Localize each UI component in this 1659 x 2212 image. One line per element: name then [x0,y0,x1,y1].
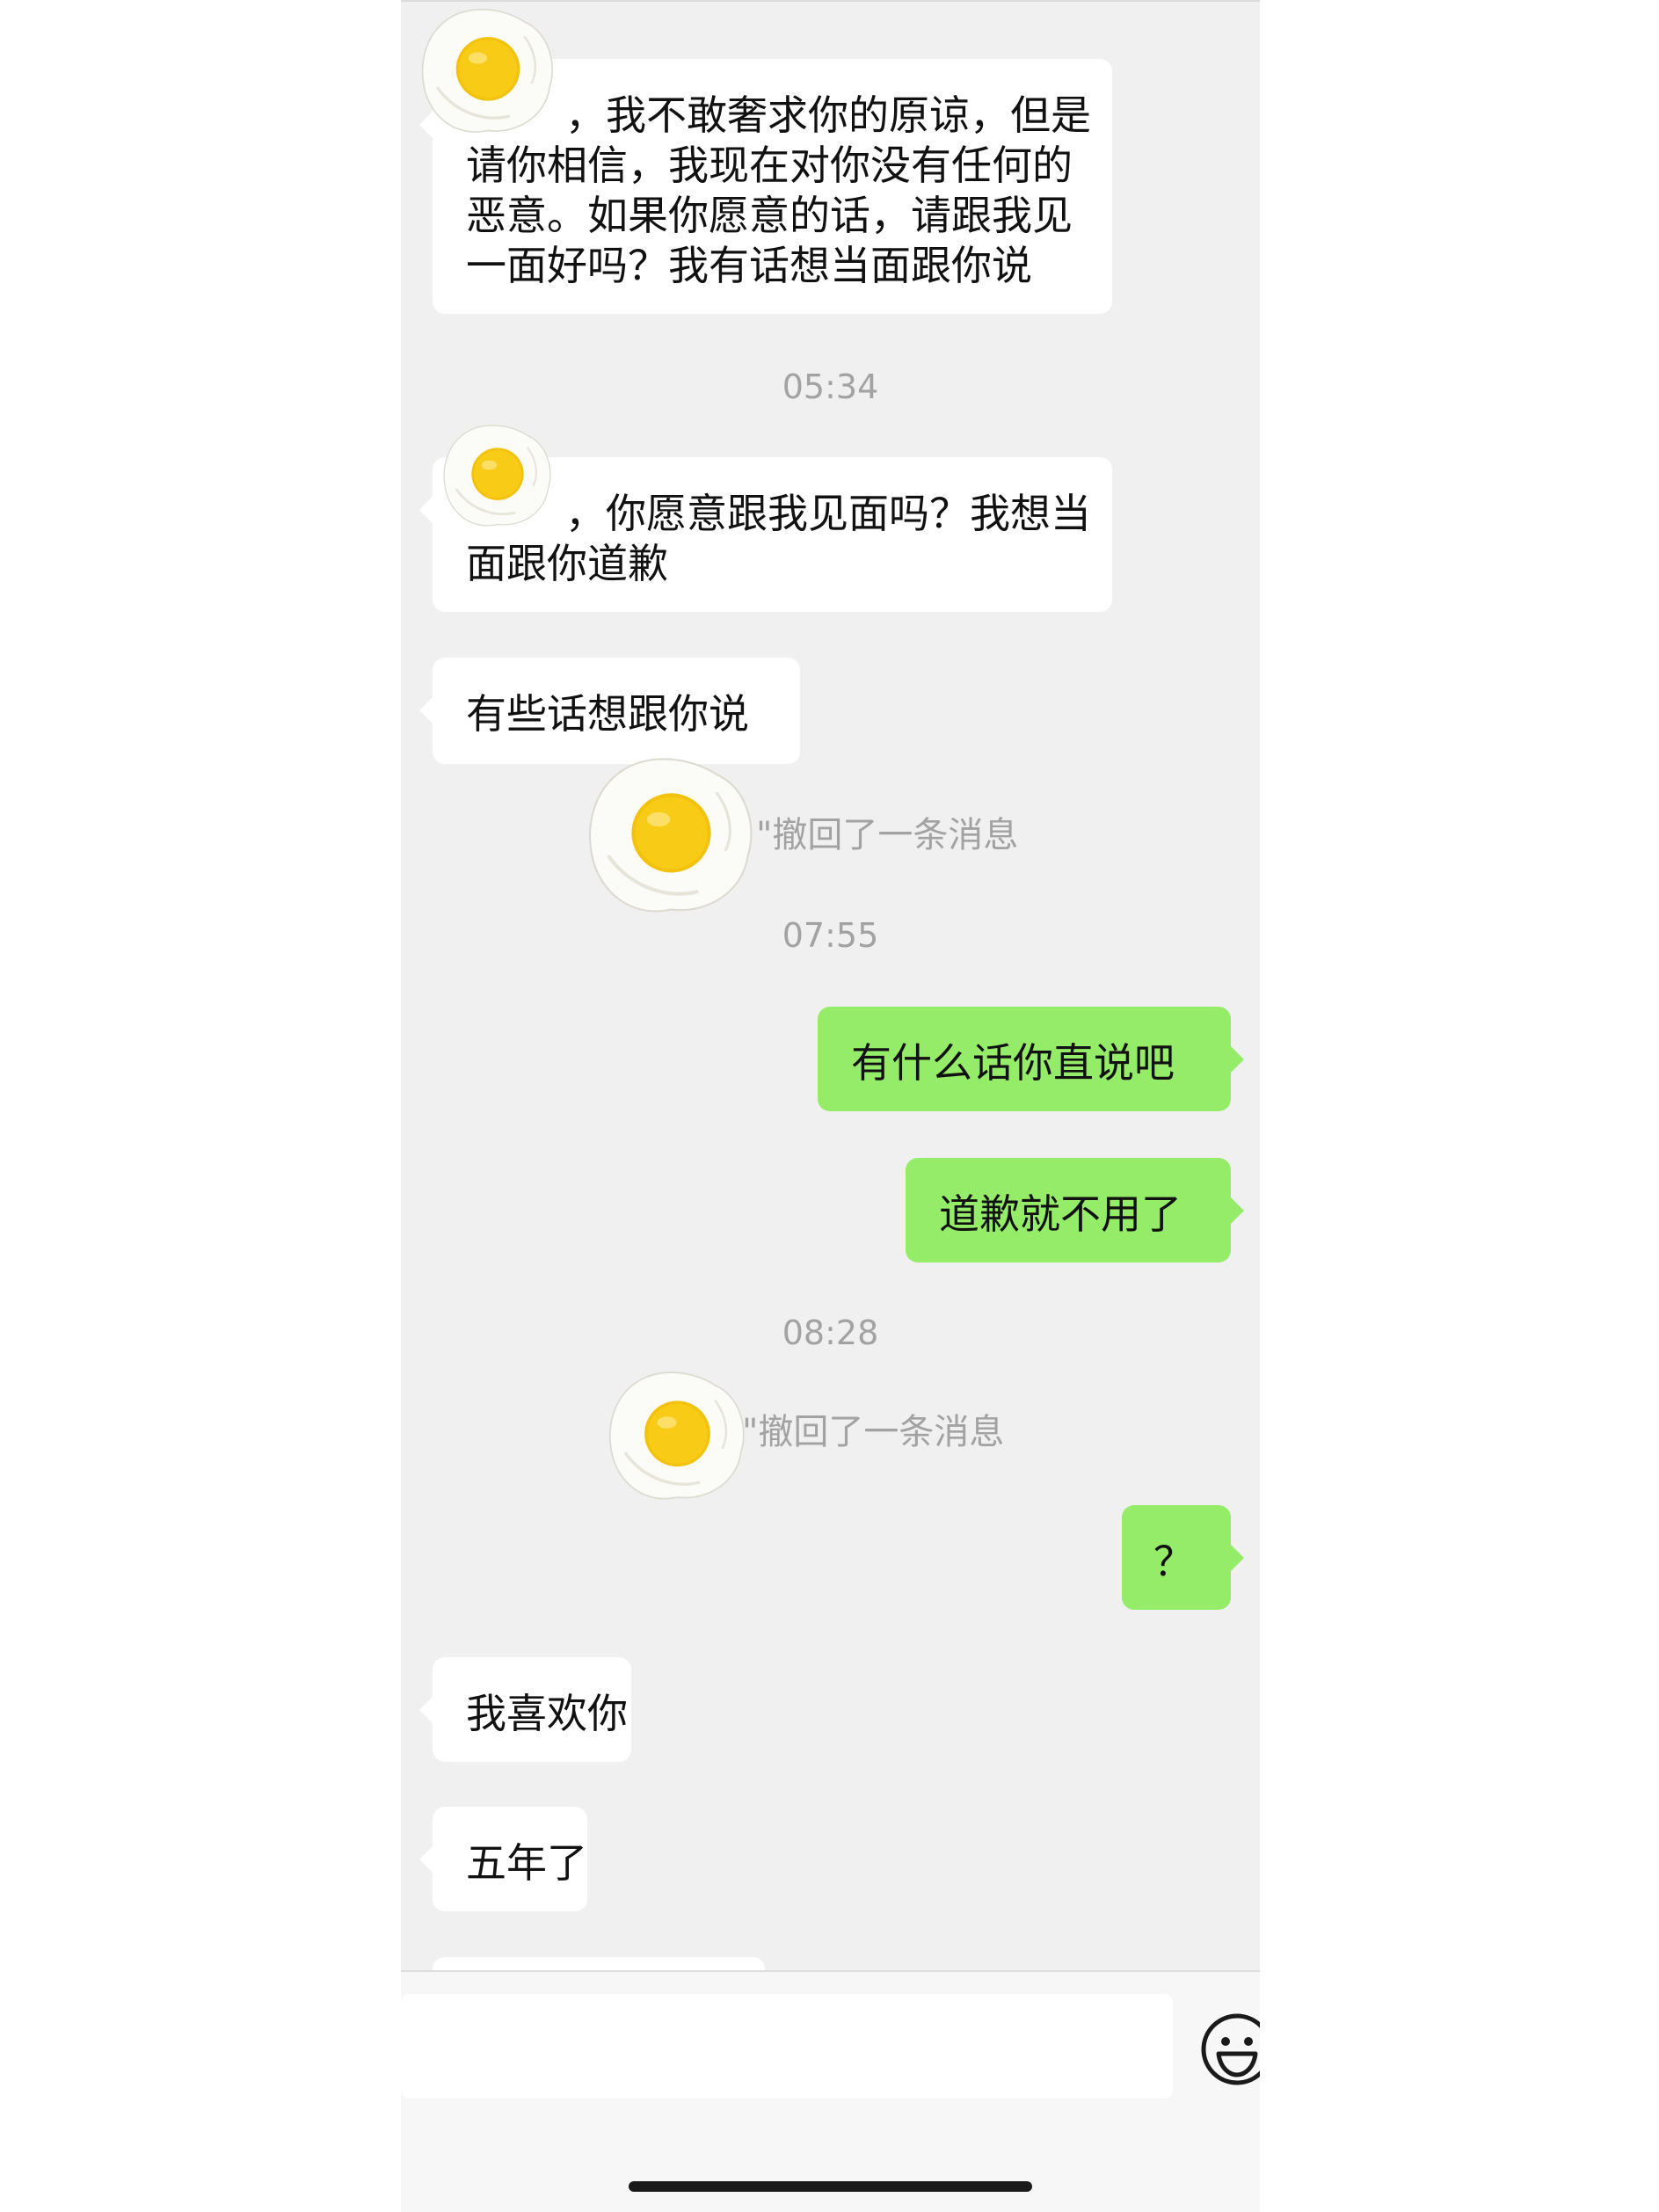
timestamp: 05:34 [782,367,879,406]
outgoing-message[interactable]: 有什么话你直说吧 [818,1007,1244,1111]
timestamp: 08:28 [782,1313,879,1352]
message-text: 有什么话你直说吧 [851,1039,1175,1087]
outgoing-message[interactable]: 道歉就不用了 [906,1158,1244,1262]
message-text: 有些话想跟你说 [466,690,749,738]
message-text: 我喜欢你 [466,1690,628,1737]
fried-egg-sticker [581,739,761,936]
fried-egg-sticker [600,1363,754,1512]
input-bar-divider [401,1970,1260,1972]
smiley-icon[interactable] [1197,2010,1260,2089]
message-line: 恶意。如果你愿意的话，请跟我见 [466,192,1073,239]
message-line: 一面好吗？我有话想当面跟你说 [466,242,1032,289]
home-indicator[interactable] [629,2181,1032,2192]
fried-egg-sticker [432,418,564,536]
fried-egg-sticker [404,0,571,145]
message-text: 道歉就不用了 [939,1190,1182,1238]
input-bar [401,1970,1260,2212]
outgoing-message[interactable]: ？ [1122,1505,1244,1610]
timestamp: 07:55 [782,916,879,955]
message-text: 五年了 [466,1839,587,1887]
message-input[interactable] [401,1994,1173,2099]
message-text: ？ [1153,1538,1194,1585]
chat-screen: ，我不敢奢求你的原谅，但是 请你相信，我现在对你没有任何的 恶意。如果你愿意的话… [401,0,1260,2212]
message-line: 面跟你道歉 [466,540,668,587]
incoming-message[interactable]: 五年了 [419,1807,587,1911]
recall-notice: "撤回了一条消息 [756,815,1019,855]
message-line: 请你相信，我现在对你没有任何的 [466,142,1073,189]
incoming-message[interactable]: 我喜欢你 [419,1657,631,1762]
recall-notice: "撤回了一条消息 [742,1412,1005,1452]
